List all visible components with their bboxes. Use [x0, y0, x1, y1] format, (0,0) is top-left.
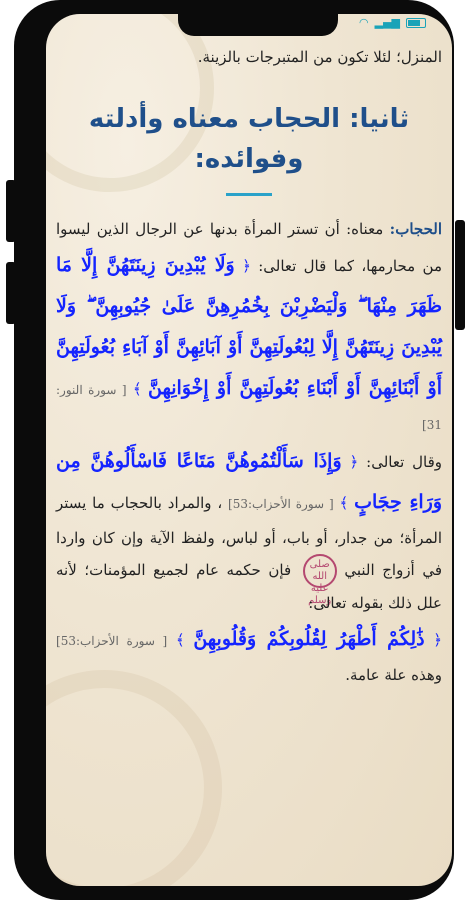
power-button[interactable]	[455, 220, 465, 330]
status-bar: ◠ ▂▄▆	[359, 16, 426, 29]
quran-open-bracket: ﴿	[242, 257, 251, 275]
wifi-icon: ◠	[359, 16, 369, 29]
paragraph-ahzab: وقال تعالى: ﴿ وَإِذَا سَأَلْتُمُوهُنَّ م…	[56, 441, 442, 619]
quran-open-bracket: ﴿	[349, 453, 359, 471]
signal-icon: ▂▄▆	[374, 16, 400, 29]
section-title: ثانيا: الحجاب معناه وأدلته وفوائده:	[88, 104, 410, 174]
closing-text: وهذه علة عامة.	[345, 666, 442, 684]
verse-reference: [ سورة الأحزاب:53]	[56, 634, 168, 648]
paragraph-illah: ﴿ ذَٰلِكُمْ أَطْهَرُ لِقُلُوبِكُمْ وَقُل…	[56, 619, 442, 691]
quran-close-bracket: ﴾	[132, 380, 142, 398]
quran-verse-ahzab-53b: ذَٰلِكُمْ أَطْهَرُ لِقُلُوبِكُمْ وَقُلُو…	[193, 628, 425, 650]
salutation-icon: صلى الله عليه وسلم	[302, 554, 337, 606]
verse-reference: [ سورة الأحزاب:53]	[228, 497, 334, 511]
battery-icon	[406, 17, 426, 28]
lead-text: وقال تعالى:	[358, 453, 442, 471]
phone-frame: ◠ ▂▄▆ المنزل؛ لئلا تكون من المتبرجات بال…	[14, 0, 454, 900]
title-divider	[226, 193, 272, 196]
article-body[interactable]: المنزل؛ لئلا تكون من المتبرجات بالزينة. …	[56, 42, 442, 886]
quran-close-bracket: ﴾	[175, 631, 185, 649]
reader-screen: ◠ ▂▄▆ المنزل؛ لئلا تكون من المتبرجات بال…	[46, 14, 452, 886]
term-label: الحجاب:	[389, 220, 442, 238]
quran-verse-nur-31: وَلَا يُبْدِينَ زِينَتَهُنَّ إِلَّا مَا …	[56, 254, 442, 399]
previous-line: المنزل؛ لئلا تكون من المتبرجات بالزينة.	[197, 48, 442, 66]
paragraph-definition: الحجاب: معناه: أن تستر المرأة بدنها عن ا…	[56, 214, 442, 441]
quran-open-bracket: ﴿	[433, 631, 443, 649]
camera-notch	[178, 14, 338, 36]
quran-close-bracket: ﴾	[339, 494, 349, 512]
